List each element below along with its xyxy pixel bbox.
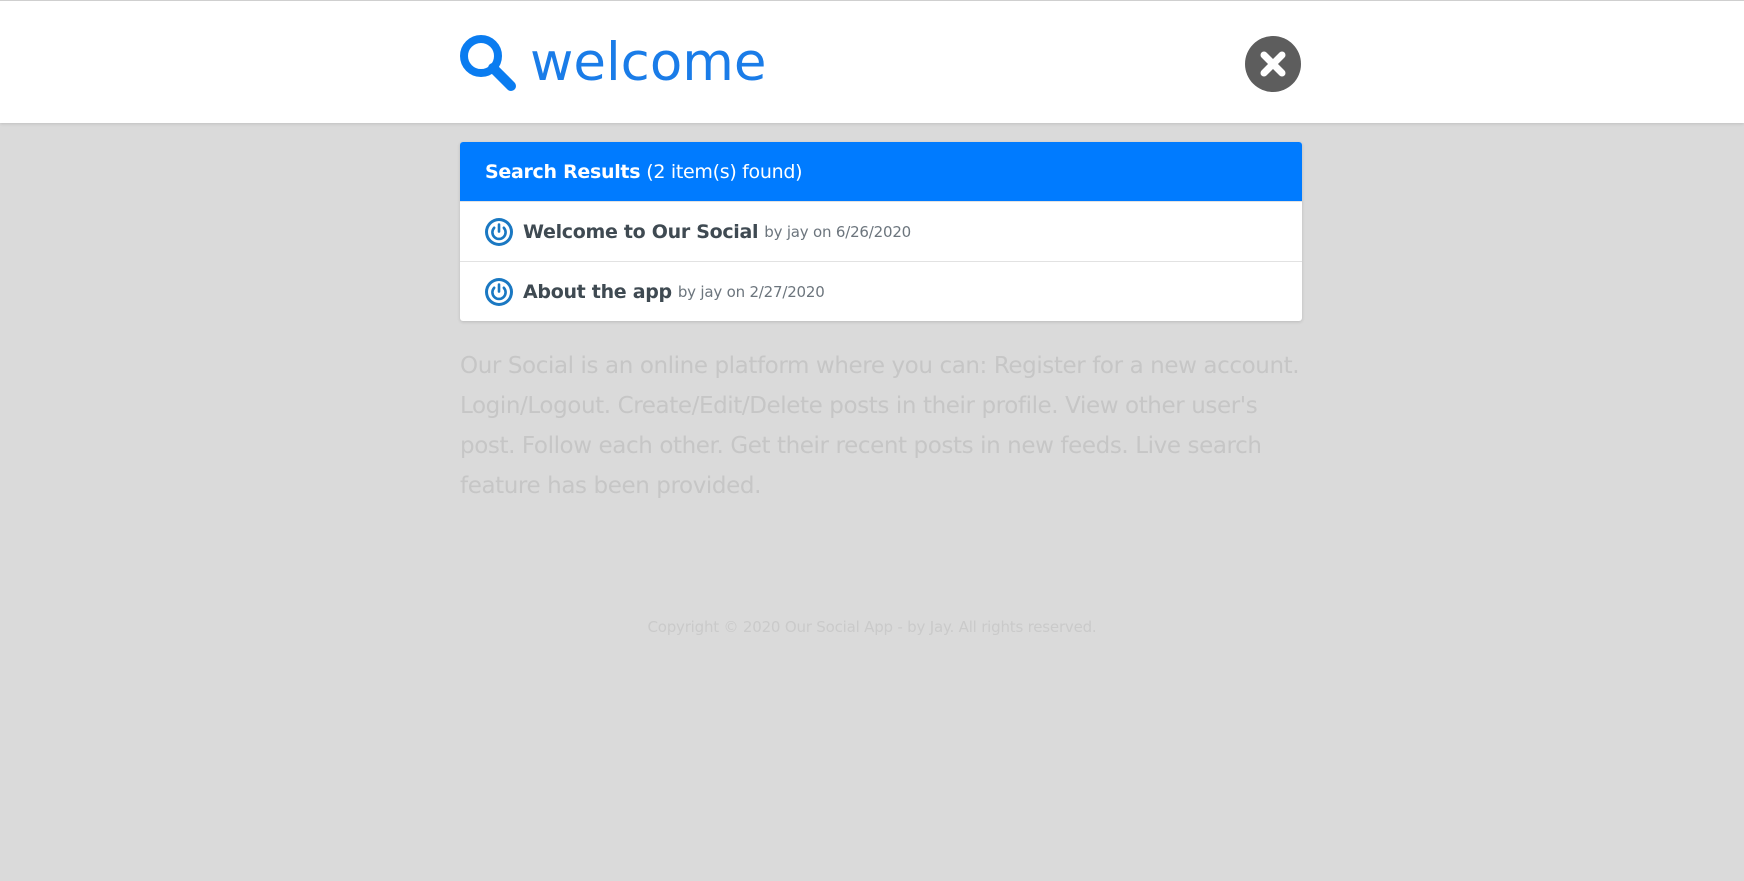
search-icon: [460, 35, 516, 91]
search-result-item[interactable]: About the app by jay on 2/27/2020: [460, 261, 1302, 321]
footer-copyright: Copyright © 2020 Our Social App - by Jay…: [647, 618, 1097, 636]
close-search-button[interactable]: [1245, 36, 1301, 92]
search-overlay-bar: [0, 0, 1744, 123]
result-title[interactable]: About the app: [523, 281, 672, 303]
about-text: Our Social is an online platform where y…: [460, 353, 1300, 499]
search-results-title: Search Results: [485, 160, 641, 183]
result-meta: by jay on 2/27/2020: [677, 282, 825, 301]
power-avatar-icon: [485, 277, 513, 306]
result-meta: by jay on 6/26/2020: [764, 222, 912, 241]
result-title[interactable]: Welcome to Our Social: [523, 221, 759, 243]
power-avatar-icon: [485, 217, 513, 246]
search-result-item[interactable]: Welcome to Our Social by jay on 6/26/202…: [460, 201, 1302, 261]
search-results-panel: Search Results (2 item(s) found) Welcome…: [460, 142, 1302, 321]
close-icon: [1260, 51, 1286, 77]
live-search-input[interactable]: [530, 25, 1220, 99]
search-results-header: Search Results (2 item(s) found): [460, 142, 1302, 201]
search-results-count: (2 item(s) found): [646, 160, 803, 183]
